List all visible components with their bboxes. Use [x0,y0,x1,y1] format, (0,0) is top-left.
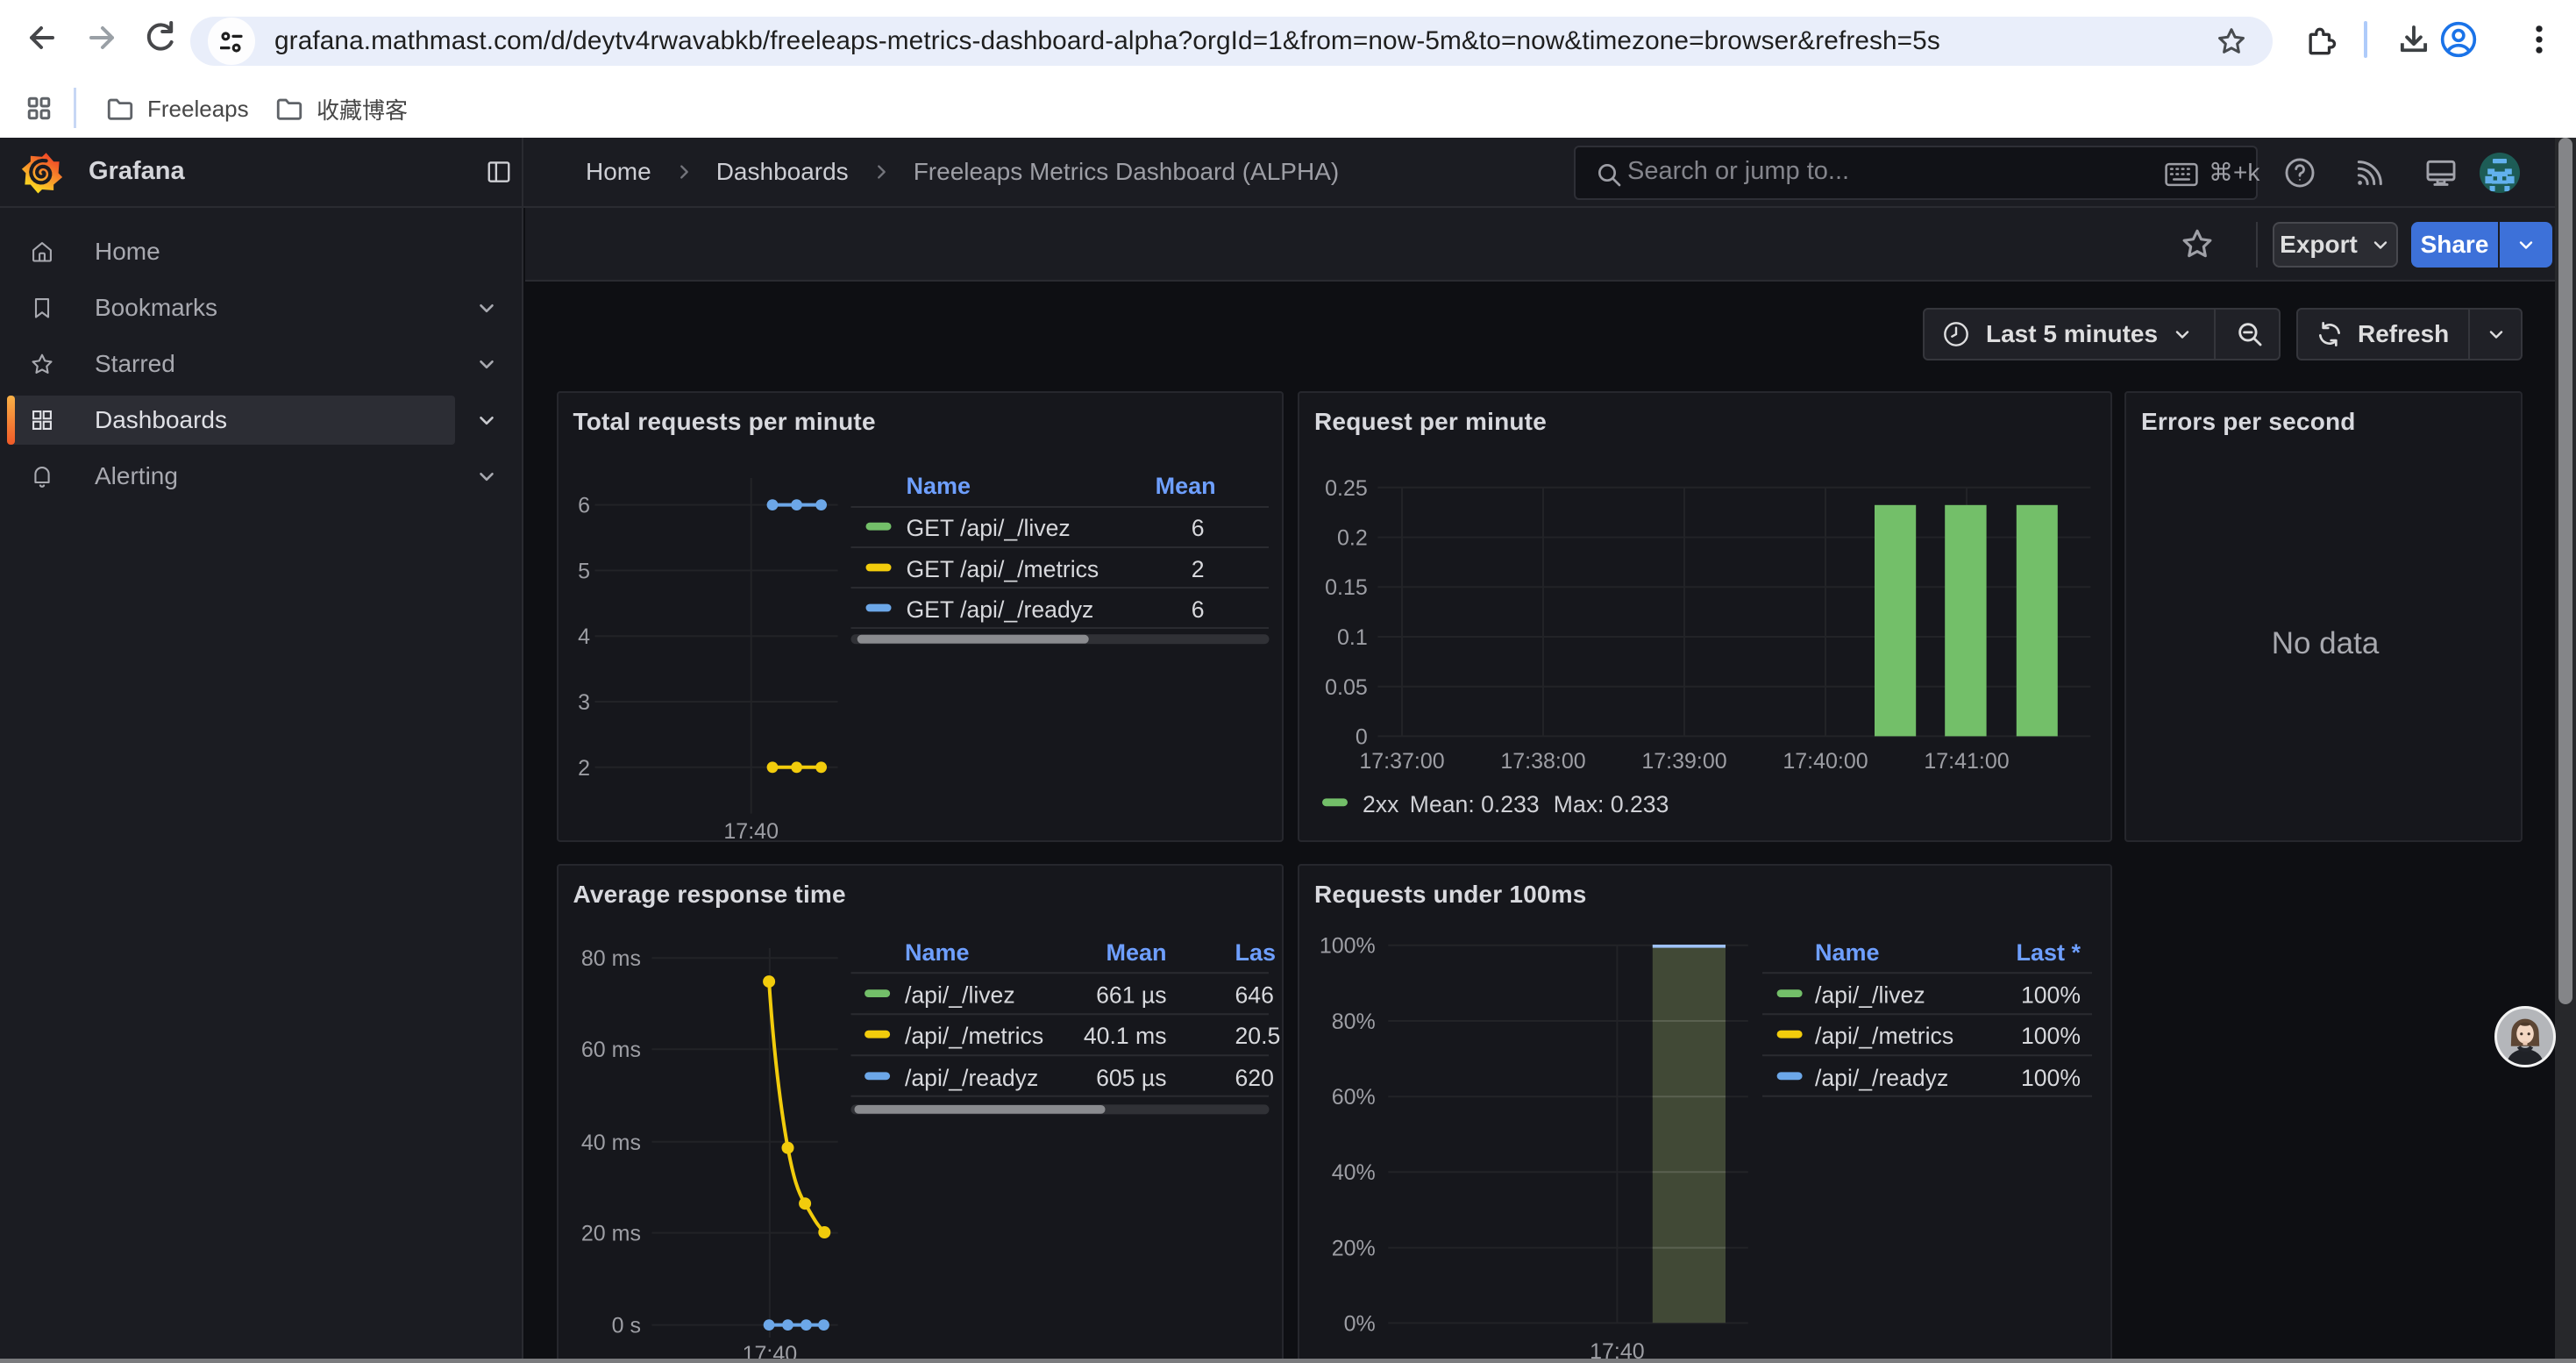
svg-text:GET /api/_/readyz: GET /api/_/readyz [906,596,1093,623]
svg-text:60%: 60% [1332,1085,1376,1110]
svg-text:5: 5 [578,559,590,583]
svg-text:100%: 100% [1320,933,1376,958]
svg-text:100%: 100% [2021,1065,2081,1091]
svg-text:0.25: 0.25 [1325,476,1368,501]
svg-text:80 ms: 80 ms [580,946,640,971]
svg-text:661 µs: 661 µs [1096,981,1166,1008]
svg-text:17:37:00: 17:37:00 [1359,749,1444,774]
svg-text:0: 0 [1356,724,1368,749]
svg-text:3: 3 [578,690,590,715]
svg-text:40%: 40% [1332,1160,1376,1185]
svg-text:0.15: 0.15 [1325,575,1368,600]
svg-text:4: 4 [578,624,590,649]
svg-text:40.1 ms: 40.1 ms [1083,1023,1166,1049]
svg-text:Mean: Mean [1155,473,1215,499]
svg-text:/api/_/readyz: /api/_/readyz [905,1065,1038,1091]
svg-text:17:40:00: 17:40:00 [1783,749,1868,774]
svg-text:2xx: 2xx [1363,791,1399,817]
svg-text:Name: Name [1815,939,1880,966]
svg-text:Name: Name [905,939,970,966]
svg-text:0%: 0% [1344,1311,1376,1336]
svg-text:Last *: Last * [2016,939,2081,966]
svg-text:0.05: 0.05 [1325,675,1368,700]
svg-text:17:38:00: 17:38:00 [1500,749,1585,774]
svg-text:40 ms: 40 ms [580,1131,640,1155]
svg-text:Name: Name [906,473,971,499]
svg-text:100%: 100% [2021,981,2081,1008]
svg-text:620: 620 [1235,1065,1273,1091]
svg-text:17:40: 17:40 [723,819,779,840]
svg-text:GET /api/_/metrics: GET /api/_/metrics [906,556,1099,582]
svg-text:6: 6 [1191,596,1204,623]
svg-text:GET /api/_/livez: GET /api/_/livez [906,515,1070,541]
svg-text:2: 2 [578,756,590,781]
svg-text:2: 2 [1191,556,1204,582]
svg-text:0.2: 0.2 [1337,526,1368,551]
svg-text:80%: 80% [1332,1010,1376,1034]
svg-text:605 µs: 605 µs [1096,1065,1166,1091]
svg-text:Las: Las [1235,939,1276,966]
svg-text:0 s: 0 s [611,1313,640,1338]
svg-text:646: 646 [1235,981,1273,1008]
svg-text:0.1: 0.1 [1337,625,1368,650]
svg-text:Mean: 0.233: Mean: 0.233 [1410,791,1540,817]
svg-text:/api/_/readyz: /api/_/readyz [1815,1065,1948,1091]
svg-text:6: 6 [1191,515,1204,541]
svg-text:100%: 100% [2021,1023,2081,1049]
svg-text:/api/_/metrics: /api/_/metrics [1815,1023,1953,1049]
svg-text:20%: 20% [1332,1236,1376,1260]
svg-text:17:41:00: 17:41:00 [1924,749,2009,774]
svg-text:Max: 0.233: Max: 0.233 [1554,791,1669,817]
svg-text:/api/_/metrics: /api/_/metrics [905,1023,1043,1049]
svg-text:60 ms: 60 ms [580,1038,640,1062]
svg-text:6: 6 [578,494,590,518]
svg-text:Mean: Mean [1106,939,1166,966]
svg-text:/api/_/livez: /api/_/livez [1815,981,1925,1008]
svg-text:20.5 r: 20.5 r [1235,1023,1283,1049]
svg-text:17:39:00: 17:39:00 [1641,749,1726,774]
svg-text:20 ms: 20 ms [580,1221,640,1245]
svg-text:/api/_/livez: /api/_/livez [905,981,1015,1008]
